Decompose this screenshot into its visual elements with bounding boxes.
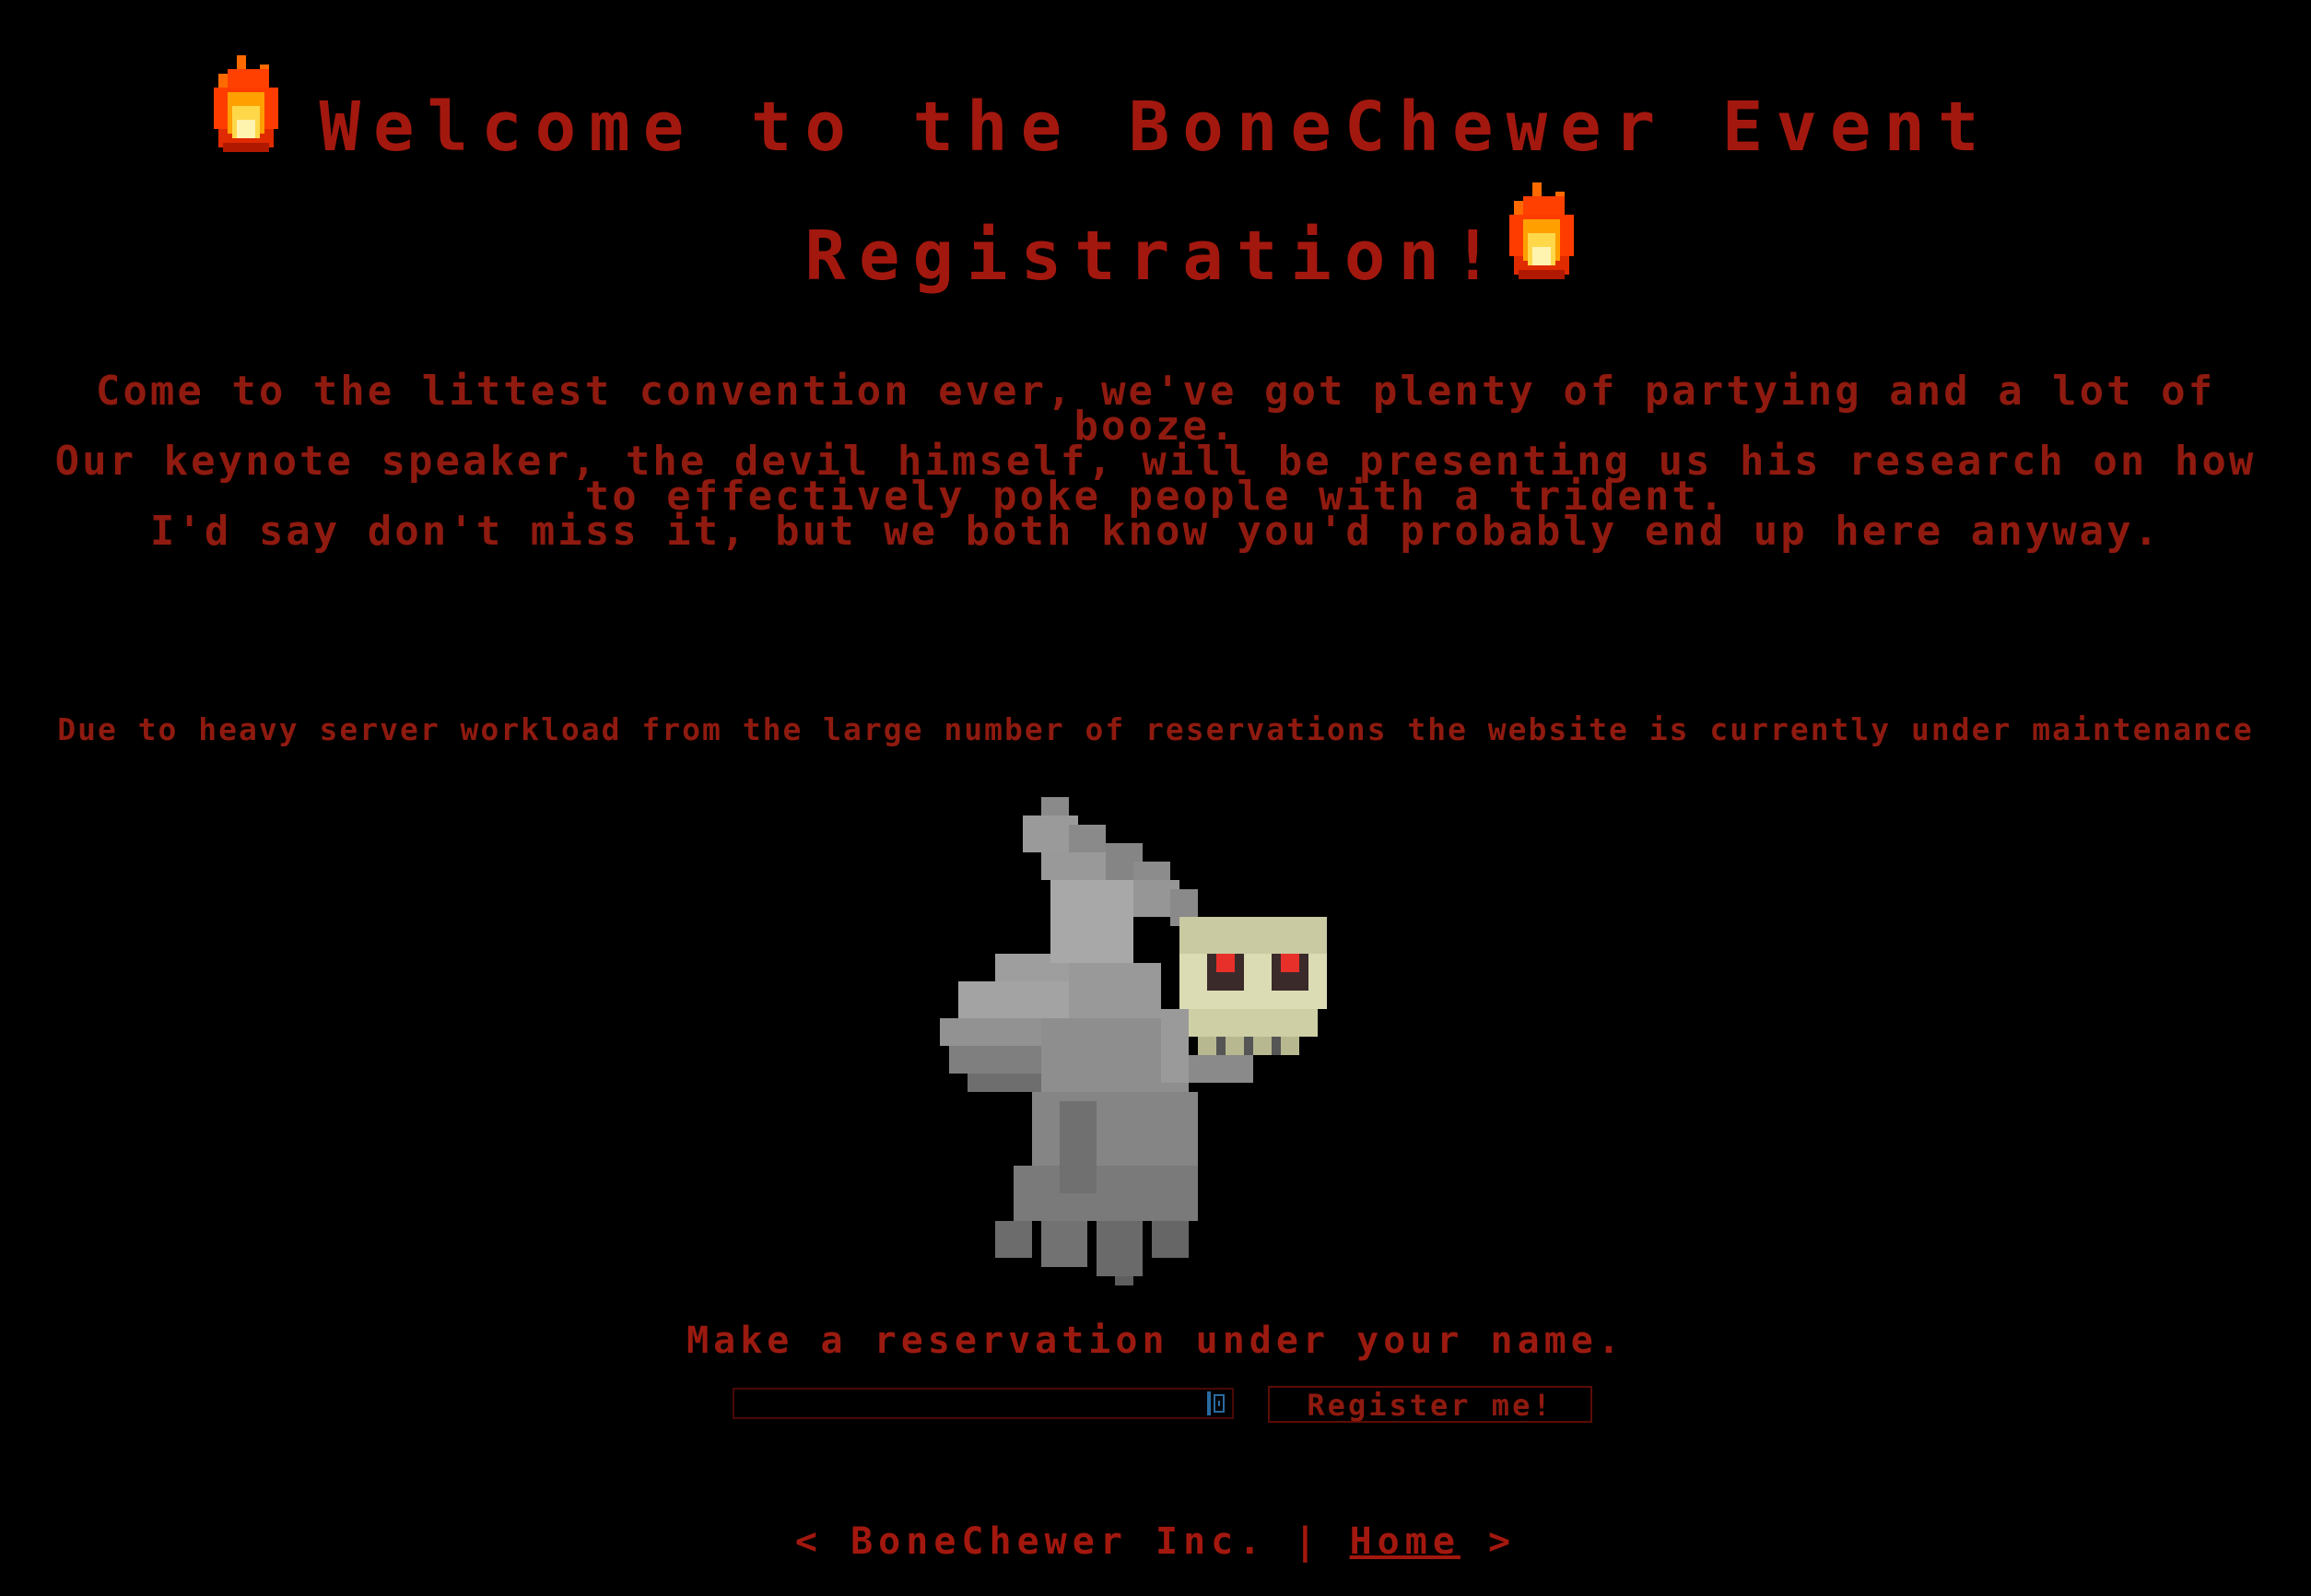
page-title-continued: Registration! [804, 217, 1507, 296]
text-cursor-icon [1207, 1391, 1225, 1415]
reservation-prompt: Make a reservation under your name. [686, 1320, 1625, 1362]
footer-close-bracket: > [1488, 1520, 1517, 1563]
maintenance-notice: Due to heavy server workload from the la… [57, 711, 2254, 747]
reaper-ghost-image [940, 797, 1327, 1285]
intro-line: I'd say don't miss it, but we both know … [149, 508, 2162, 555]
footer-company: BoneChewer Inc. [850, 1520, 1267, 1563]
name-input[interactable] [733, 1388, 1234, 1419]
footer: < BoneChewer Inc. | Home > [0, 1520, 2311, 1563]
intro-line: Our keynote speaker, the devil himself, … [54, 438, 2257, 520]
intro-text: Come to the littest convention ever, we'… [22, 368, 2289, 555]
home-link[interactable]: Home [1350, 1520, 1461, 1563]
footer-separator: | [1294, 1520, 1322, 1563]
register-button[interactable]: Register me! [1268, 1386, 1592, 1423]
intro-line: Come to the littest convention ever, we'… [95, 368, 2216, 450]
fire-icon [1509, 182, 1574, 279]
footer-open-bracket: < [794, 1520, 823, 1563]
page-title: Welcome to the BoneChewer Event [319, 88, 1992, 167]
